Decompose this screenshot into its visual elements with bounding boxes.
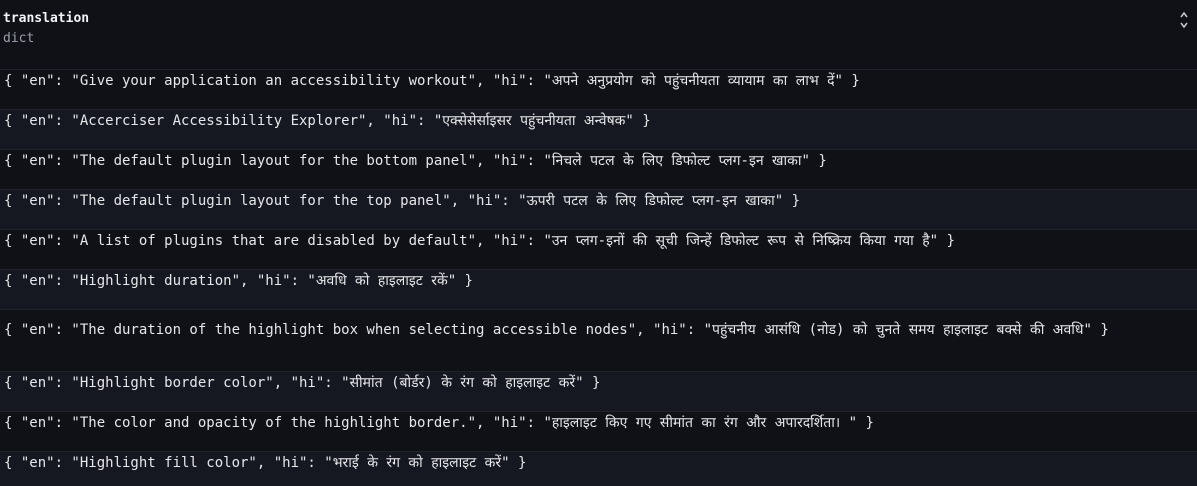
table-row[interactable]: { "en": "Highlight fill color", "hi": "भ… bbox=[0, 451, 1197, 486]
column-header: translation dict bbox=[3, 10, 1193, 58]
sort-up-icon bbox=[1180, 12, 1188, 18]
table-row[interactable]: { "en": "The color and opacity of the hi… bbox=[0, 411, 1197, 451]
table-row[interactable]: { "en": "The default plugin layout for t… bbox=[0, 189, 1197, 229]
sort-icon[interactable] bbox=[1179, 12, 1189, 28]
translation-cell: { "en": "The color and opacity of the hi… bbox=[4, 415, 874, 431]
translation-cell: { "en": "Accerciser Accessibility Explor… bbox=[4, 113, 651, 129]
translation-cell: { "en": "A list of plugins that are disa… bbox=[4, 233, 955, 249]
table-body: { "en": "Give your application an access… bbox=[0, 69, 1197, 486]
translation-cell: { "en": "Highlight fill color", "hi": "भ… bbox=[4, 455, 527, 471]
table-row[interactable]: { "en": "Highlight duration", "hi": "अवध… bbox=[0, 269, 1197, 309]
sort-down-icon bbox=[1180, 22, 1188, 28]
translation-cell: { "en": "The default plugin layout for t… bbox=[4, 153, 827, 169]
table-row[interactable]: { "en": "Highlight border color", "hi": … bbox=[0, 371, 1197, 411]
column-type: dict bbox=[3, 31, 35, 46]
column-name: translation bbox=[3, 11, 90, 26]
translation-cell: { "en": "Give your application an access… bbox=[4, 73, 860, 89]
table-row[interactable]: { "en": "Give your application an access… bbox=[0, 69, 1197, 109]
table-row[interactable]: { "en": "A list of plugins that are disa… bbox=[0, 229, 1197, 269]
translation-cell: { "en": "The duration of the highlight b… bbox=[4, 322, 1109, 338]
translation-cell: { "en": "Highlight duration", "hi": "अवध… bbox=[4, 273, 473, 289]
table-row[interactable]: { "en": "The duration of the highlight b… bbox=[0, 309, 1197, 371]
translation-cell: { "en": "Highlight border color", "hi": … bbox=[4, 375, 601, 391]
table-row[interactable]: { "en": "Accerciser Accessibility Explor… bbox=[0, 109, 1197, 149]
table-row[interactable]: { "en": "The default plugin layout for t… bbox=[0, 149, 1197, 189]
translation-cell: { "en": "The default plugin layout for t… bbox=[4, 193, 801, 209]
